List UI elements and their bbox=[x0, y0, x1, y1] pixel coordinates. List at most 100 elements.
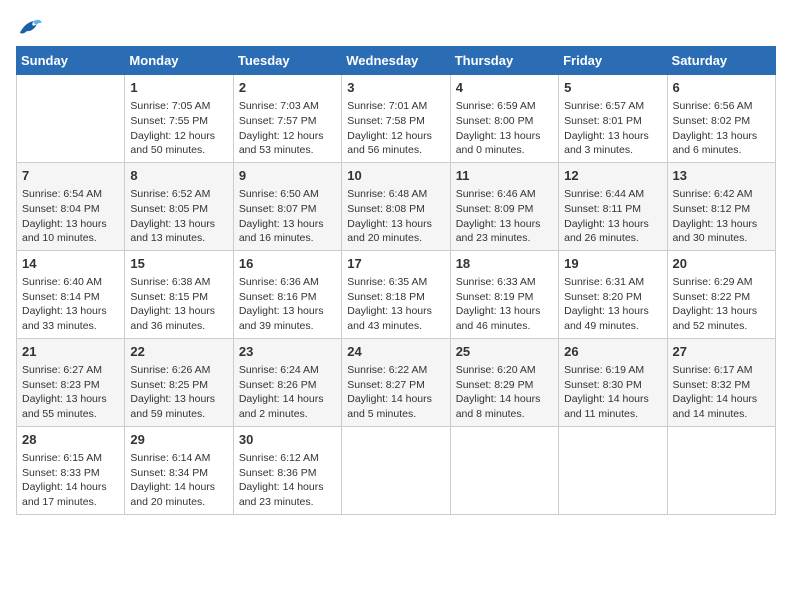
calendar-cell: 12 Sunrise: 6:44 AMSunset: 8:11 PMDayligh… bbox=[559, 162, 667, 250]
day-number: 24 bbox=[347, 343, 444, 361]
calendar-cell bbox=[17, 75, 125, 163]
calendar-cell: 27 Sunrise: 6:17 AMSunset: 8:32 PMDayligh… bbox=[667, 338, 775, 426]
day-number: 2 bbox=[239, 79, 336, 97]
calendar-week-row: 21Sunrise: 6:27 AMSunset: 8:23 PMDayligh… bbox=[17, 338, 776, 426]
day-info: Sunrise: 6:50 AMSunset: 8:07 PMDaylight:… bbox=[239, 187, 336, 246]
calendar-cell: 25Sunrise: 6:20 AMSunset: 8:29 PMDayligh… bbox=[450, 338, 558, 426]
calendar-cell: 6 Sunrise: 6:56 AMSunset: 8:02 PMDaylight… bbox=[667, 75, 775, 163]
calendar-cell: 30Sunrise: 6:12 AMSunset: 8:36 PMDayligh… bbox=[233, 426, 341, 514]
day-number: 13 bbox=[673, 167, 770, 185]
calendar-week-row: 28Sunrise: 6:15 AMSunset: 8:33 PMDayligh… bbox=[17, 426, 776, 514]
day-number: 15 bbox=[130, 255, 227, 273]
day-number: 10 bbox=[347, 167, 444, 185]
calendar-cell: 15Sunrise: 6:38 AMSunset: 8:15 PMDayligh… bbox=[125, 250, 233, 338]
calendar-cell: 4 Sunrise: 6:59 AMSunset: 8:00 PMDaylight… bbox=[450, 75, 558, 163]
day-info: Sunrise: 6:48 AMSunset: 8:08 PMDaylight:… bbox=[347, 187, 444, 246]
calendar-cell: 24 Sunrise: 6:22 AMSunset: 8:27 PMDayligh… bbox=[342, 338, 450, 426]
weekday-header-thursday: Thursday bbox=[450, 47, 558, 75]
calendar-cell: 13 Sunrise: 6:42 AMSunset: 8:12 PMDayligh… bbox=[667, 162, 775, 250]
day-number: 11 bbox=[456, 167, 553, 185]
day-number: 20 bbox=[673, 255, 770, 273]
day-info: Sunrise: 6:29 AMSunset: 8:22 PMDaylight:… bbox=[673, 275, 770, 334]
day-info: Sunrise: 6:19 AMSunset: 8:30 PMDaylight:… bbox=[564, 363, 661, 422]
page-header bbox=[16, 16, 776, 38]
calendar-week-row: 14Sunrise: 6:40 AMSunset: 8:14 PMDayligh… bbox=[17, 250, 776, 338]
day-number: 19 bbox=[564, 255, 661, 273]
calendar-cell: 3Sunrise: 7:01 AMSunset: 7:58 PMDaylight… bbox=[342, 75, 450, 163]
calendar-cell: 10 Sunrise: 6:48 AMSunset: 8:08 PMDayligh… bbox=[342, 162, 450, 250]
day-info: Sunrise: 6:36 AMSunset: 8:16 PMDaylight:… bbox=[239, 275, 336, 334]
day-info: Sunrise: 6:54 AMSunset: 8:04 PMDaylight:… bbox=[22, 187, 119, 246]
calendar-cell: 28Sunrise: 6:15 AMSunset: 8:33 PMDayligh… bbox=[17, 426, 125, 514]
day-number: 18 bbox=[456, 255, 553, 273]
calendar-cell: 22 Sunrise: 6:26 AMSunset: 8:25 PMDayligh… bbox=[125, 338, 233, 426]
day-info: Sunrise: 6:31 AMSunset: 8:20 PMDaylight:… bbox=[564, 275, 661, 334]
calendar-table: SundayMondayTuesdayWednesdayThursdayFrid… bbox=[16, 46, 776, 515]
weekday-header-sunday: Sunday bbox=[17, 47, 125, 75]
weekday-header-tuesday: Tuesday bbox=[233, 47, 341, 75]
calendar-cell: 19 Sunrise: 6:31 AMSunset: 8:20 PMDayligh… bbox=[559, 250, 667, 338]
calendar-cell bbox=[342, 426, 450, 514]
day-number: 7 bbox=[22, 167, 119, 185]
day-info: Sunrise: 6:35 AMSunset: 8:18 PMDaylight:… bbox=[347, 275, 444, 334]
day-info: Sunrise: 7:03 AMSunset: 7:57 PMDaylight:… bbox=[239, 99, 336, 158]
day-number: 3 bbox=[347, 79, 444, 97]
day-number: 22 bbox=[130, 343, 227, 361]
day-number: 25 bbox=[456, 343, 553, 361]
day-info: Sunrise: 6:15 AMSunset: 8:33 PMDaylight:… bbox=[22, 451, 119, 510]
calendar-cell: 5 Sunrise: 6:57 AMSunset: 8:01 PMDaylight… bbox=[559, 75, 667, 163]
day-info: Sunrise: 6:24 AMSunset: 8:26 PMDaylight:… bbox=[239, 363, 336, 422]
calendar-cell: 8 Sunrise: 6:52 AMSunset: 8:05 PMDaylight… bbox=[125, 162, 233, 250]
calendar-cell: 18 Sunrise: 6:33 AMSunset: 8:19 PMDayligh… bbox=[450, 250, 558, 338]
calendar-week-row: 7 Sunrise: 6:54 AMSunset: 8:04 PMDaylight… bbox=[17, 162, 776, 250]
calendar-cell: 29Sunrise: 6:14 AMSunset: 8:34 PMDayligh… bbox=[125, 426, 233, 514]
day-number: 1 bbox=[130, 79, 227, 97]
calendar-cell: 20 Sunrise: 6:29 AMSunset: 8:22 PMDayligh… bbox=[667, 250, 775, 338]
weekday-header-row: SundayMondayTuesdayWednesdayThursdayFrid… bbox=[17, 47, 776, 75]
calendar-cell: 17Sunrise: 6:35 AMSunset: 8:18 PMDayligh… bbox=[342, 250, 450, 338]
calendar-cell bbox=[450, 426, 558, 514]
calendar-cell: 14Sunrise: 6:40 AMSunset: 8:14 PMDayligh… bbox=[17, 250, 125, 338]
day-number: 6 bbox=[673, 79, 770, 97]
calendar-cell: 9 Sunrise: 6:50 AMSunset: 8:07 PMDaylight… bbox=[233, 162, 341, 250]
calendar-week-row: 1 Sunrise: 7:05 AMSunset: 7:55 PMDaylight… bbox=[17, 75, 776, 163]
logo bbox=[16, 16, 48, 38]
day-info: Sunrise: 6:46 AMSunset: 8:09 PMDaylight:… bbox=[456, 187, 553, 246]
day-info: Sunrise: 6:44 AMSunset: 8:11 PMDaylight:… bbox=[564, 187, 661, 246]
day-info: Sunrise: 6:26 AMSunset: 8:25 PMDaylight:… bbox=[130, 363, 227, 422]
weekday-header-monday: Monday bbox=[125, 47, 233, 75]
day-number: 29 bbox=[130, 431, 227, 449]
day-number: 26 bbox=[564, 343, 661, 361]
day-info: Sunrise: 6:52 AMSunset: 8:05 PMDaylight:… bbox=[130, 187, 227, 246]
day-info: Sunrise: 6:12 AMSunset: 8:36 PMDaylight:… bbox=[239, 451, 336, 510]
calendar-cell: 7 Sunrise: 6:54 AMSunset: 8:04 PMDaylight… bbox=[17, 162, 125, 250]
calendar-cell bbox=[667, 426, 775, 514]
calendar-cell: 21Sunrise: 6:27 AMSunset: 8:23 PMDayligh… bbox=[17, 338, 125, 426]
logo-bird-icon bbox=[16, 16, 44, 38]
calendar-cell: 23 Sunrise: 6:24 AMSunset: 8:26 PMDayligh… bbox=[233, 338, 341, 426]
day-number: 12 bbox=[564, 167, 661, 185]
day-number: 21 bbox=[22, 343, 119, 361]
day-number: 23 bbox=[239, 343, 336, 361]
day-info: Sunrise: 6:22 AMSunset: 8:27 PMDaylight:… bbox=[347, 363, 444, 422]
day-number: 5 bbox=[564, 79, 661, 97]
day-info: Sunrise: 6:57 AMSunset: 8:01 PMDaylight:… bbox=[564, 99, 661, 158]
day-info: Sunrise: 6:56 AMSunset: 8:02 PMDaylight:… bbox=[673, 99, 770, 158]
calendar-cell: 2 Sunrise: 7:03 AMSunset: 7:57 PMDaylight… bbox=[233, 75, 341, 163]
day-info: Sunrise: 6:40 AMSunset: 8:14 PMDaylight:… bbox=[22, 275, 119, 334]
day-number: 9 bbox=[239, 167, 336, 185]
day-info: Sunrise: 6:59 AMSunset: 8:00 PMDaylight:… bbox=[456, 99, 553, 158]
calendar-cell: 11 Sunrise: 6:46 AMSunset: 8:09 PMDayligh… bbox=[450, 162, 558, 250]
calendar-cell: 1 Sunrise: 7:05 AMSunset: 7:55 PMDaylight… bbox=[125, 75, 233, 163]
calendar-cell: 26 Sunrise: 6:19 AMSunset: 8:30 PMDayligh… bbox=[559, 338, 667, 426]
day-number: 8 bbox=[130, 167, 227, 185]
day-info: Sunrise: 6:42 AMSunset: 8:12 PMDaylight:… bbox=[673, 187, 770, 246]
day-info: Sunrise: 6:17 AMSunset: 8:32 PMDaylight:… bbox=[673, 363, 770, 422]
day-number: 27 bbox=[673, 343, 770, 361]
weekday-header-wednesday: Wednesday bbox=[342, 47, 450, 75]
day-info: Sunrise: 6:33 AMSunset: 8:19 PMDaylight:… bbox=[456, 275, 553, 334]
day-number: 4 bbox=[456, 79, 553, 97]
calendar-cell: 16Sunrise: 6:36 AMSunset: 8:16 PMDayligh… bbox=[233, 250, 341, 338]
weekday-header-friday: Friday bbox=[559, 47, 667, 75]
day-info: Sunrise: 7:05 AMSunset: 7:55 PMDaylight:… bbox=[130, 99, 227, 158]
